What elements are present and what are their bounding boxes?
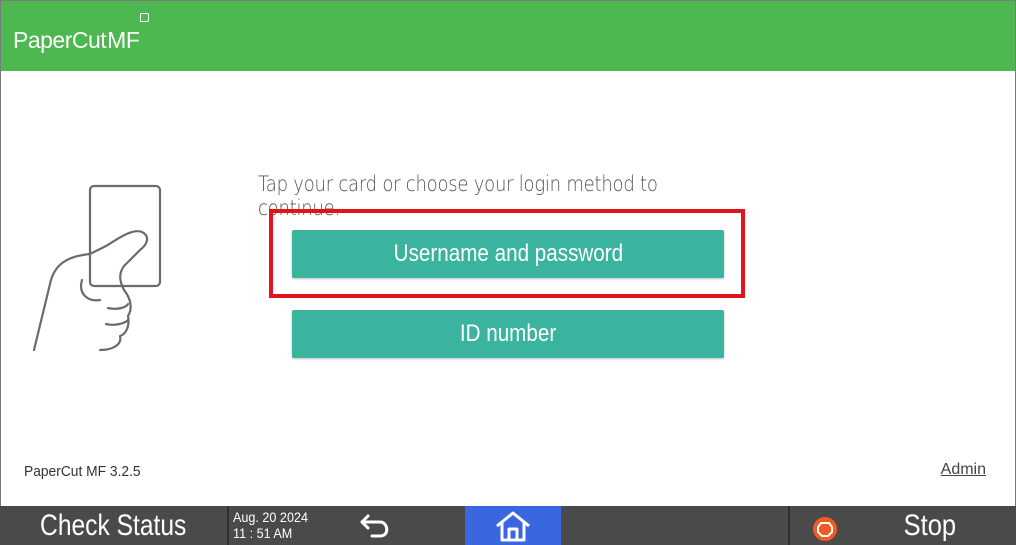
device-status-bar: Check Status Aug. 20 2024 11 : 51 AM Sto… (0, 506, 1016, 545)
home-button[interactable] (465, 506, 561, 545)
username-password-button[interactable]: Username and password (292, 230, 724, 278)
back-arrow-icon[interactable] (356, 510, 396, 542)
version-label: PaperCut MF 3.2.5 (24, 463, 141, 480)
divider (227, 506, 229, 545)
id-number-label: ID number (459, 320, 557, 347)
date-time: Aug. 20 2024 11 : 51 AM (233, 509, 316, 541)
username-password-label: Username and password (393, 240, 623, 267)
home-icon (496, 511, 530, 541)
logo-brand: PaperCut (13, 27, 107, 53)
stop-icon[interactable] (812, 516, 838, 542)
time-label: 11 : 51 AM (233, 525, 293, 541)
check-status-button[interactable]: Check Status (0, 506, 227, 545)
hand-holding-card-icon (32, 184, 162, 352)
stop-label: Stop (903, 508, 957, 542)
logo-mark-icon (140, 13, 150, 22)
header-bar: PaperCut MF (1, 1, 1015, 71)
papercut-logo: PaperCut MF (13, 13, 150, 55)
logo-suffix: MF (107, 27, 140, 53)
id-number-button[interactable]: ID number (292, 310, 724, 358)
check-status-label: Check Status (40, 508, 187, 542)
date-label: Aug. 20 2024 (233, 509, 308, 525)
admin-link[interactable]: Admin (941, 461, 986, 479)
divider (788, 506, 790, 545)
stop-button[interactable]: Stop (890, 506, 970, 545)
